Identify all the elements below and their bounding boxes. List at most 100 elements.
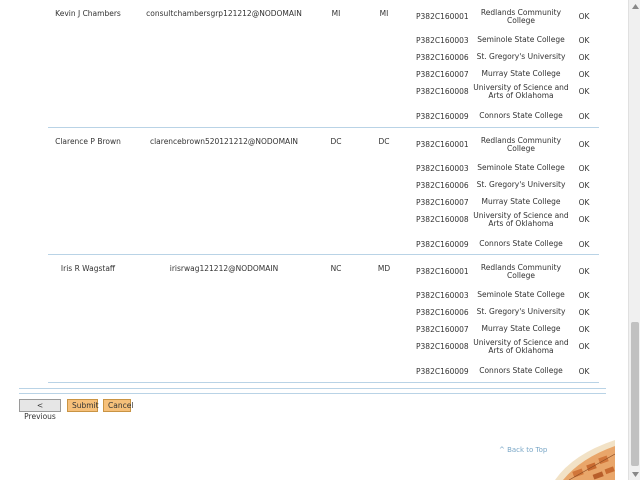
back-to-top-link[interactable]: ^ Back to Top [499, 446, 547, 454]
college-status: OK [578, 325, 590, 334]
college-code: P382C160007 [416, 70, 469, 79]
college-name: Connors State College [479, 111, 563, 120]
college-status: OK [578, 70, 590, 79]
college-name: St. Gregory's University [476, 307, 566, 316]
college-code: P382C160009 [416, 112, 469, 121]
college-code: P382C160009 [416, 367, 469, 376]
college-name: Redlands Community College [480, 136, 562, 153]
college-status: OK [578, 181, 590, 190]
college-code: P382C160009 [416, 240, 469, 249]
user-email: irisrwag121212@NODOMAIN [169, 264, 279, 273]
college-status: OK [578, 12, 590, 21]
college-row: P382C160008 University of Science and Ar… [413, 211, 599, 236]
college-row: P382C160007 Murray State College OK [413, 194, 599, 211]
user-list: Kevin J Chambers consultchambersgrp12121… [48, 0, 599, 383]
college-code: P382C160003 [416, 164, 469, 173]
college-table: P382C160001 Redlands Community College O… [413, 0, 599, 125]
college-status: OK [578, 291, 590, 300]
college-code: P382C160006 [416, 53, 469, 62]
college-name: Seminole State College [477, 290, 565, 299]
college-status: OK [578, 140, 590, 149]
college-row: P382C160009 Connors State College OK [413, 363, 599, 380]
college-code: P382C160006 [416, 181, 469, 190]
user-email: clarencebrown520121212@NODOMAIN [149, 137, 299, 146]
college-status: OK [578, 198, 590, 207]
college-code: P382C160008 [416, 87, 469, 96]
college-code: P382C160001 [416, 267, 469, 276]
user-state-secondary: MI [379, 9, 389, 18]
college-row: P382C160001 Redlands Community College O… [413, 128, 599, 160]
college-name: Redlands Community College [480, 263, 562, 280]
user-state: MI [331, 9, 341, 18]
college-code: P382C160008 [416, 342, 469, 351]
divider [19, 388, 606, 389]
college-table: P382C160001 Redlands Community College O… [413, 255, 599, 380]
college-row: P382C160009 Connors State College OK [413, 236, 599, 253]
college-name: Murray State College [481, 197, 561, 206]
college-row: P382C160007 Murray State College OK [413, 321, 599, 338]
college-status: OK [578, 342, 590, 351]
college-row: P382C160008 University of Science and Ar… [413, 83, 599, 108]
college-status: OK [578, 267, 590, 276]
college-row: P382C160009 Connors State College OK [413, 108, 599, 125]
chevron-down-icon[interactable] [629, 468, 640, 480]
college-code: P382C160007 [416, 325, 469, 334]
college-name: Connors State College [479, 366, 563, 375]
college-name: Seminole State College [477, 163, 565, 172]
submit-button[interactable]: Submit [67, 399, 99, 412]
user-state: NC [330, 264, 342, 273]
college-code: P382C160001 [416, 12, 469, 21]
user-state-secondary: DC [378, 137, 390, 146]
user-row: Kevin J Chambers consultchambersgrp12121… [48, 0, 599, 128]
college-status: OK [578, 53, 590, 62]
college-row: P382C160003 Seminole State College OK [413, 287, 599, 304]
college-code: P382C160007 [416, 198, 469, 207]
college-code: P382C160003 [416, 291, 469, 300]
user-name: Iris R Wagstaff [60, 264, 116, 273]
college-status: OK [578, 164, 590, 173]
college-name: Murray State College [481, 69, 561, 78]
college-status: OK [578, 308, 590, 317]
college-status: OK [578, 215, 590, 224]
user-state-secondary: MD [377, 264, 391, 273]
college-row: P382C160001 Redlands Community College O… [413, 255, 599, 287]
user-name: Clarence P Brown [55, 137, 121, 146]
college-code: P382C160008 [416, 215, 469, 224]
college-name: Murray State College [481, 324, 561, 333]
college-name: University of Science and Arts of Oklaho… [473, 338, 569, 355]
previous-button[interactable]: < Previous [19, 399, 61, 421]
vertical-scrollbar[interactable] [628, 0, 640, 480]
user-email: consultchambersgrp121212@NODOMAIN [146, 9, 302, 18]
college-name: Seminole State College [477, 35, 565, 44]
college-row: P382C160007 Murray State College OK [413, 66, 599, 83]
cancel-button[interactable]: Cancel [103, 399, 133, 412]
user-name: Kevin J Chambers [55, 9, 121, 18]
college-status: OK [578, 112, 590, 121]
page: Kevin J Chambers consultchambersgrp12121… [0, 0, 628, 480]
college-row: P382C160008 University of Science and Ar… [413, 338, 599, 363]
college-name: Redlands Community College [480, 8, 562, 25]
user-row: Clarence P Brown clarencebrown520121212@… [48, 128, 599, 255]
college-status: OK [578, 87, 590, 96]
college-name: St. Gregory's University [476, 180, 566, 189]
college-row: P382C160006 St. Gregory's University OK [413, 304, 599, 321]
college-name: University of Science and Arts of Oklaho… [473, 211, 569, 228]
college-code: P382C160001 [416, 140, 469, 149]
college-status: OK [578, 240, 590, 249]
decorative-classroom-image [555, 440, 615, 480]
college-row: P382C160003 Seminole State College OK [413, 160, 599, 177]
scrollbar-thumb[interactable] [631, 322, 639, 466]
college-row: P382C160003 Seminole State College OK [413, 32, 599, 49]
college-code: P382C160003 [416, 36, 469, 45]
college-name: St. Gregory's University [476, 52, 566, 61]
college-code: P382C160006 [416, 308, 469, 317]
college-name: University of Science and Arts of Oklaho… [473, 83, 569, 100]
user-row: Iris R Wagstaff irisrwag121212@NODOMAIN … [48, 255, 599, 383]
college-row: P382C160006 St. Gregory's University OK [413, 177, 599, 194]
college-status: OK [578, 36, 590, 45]
college-status: OK [578, 367, 590, 376]
chevron-up-icon[interactable] [629, 0, 640, 12]
college-row: P382C160006 St. Gregory's University OK [413, 49, 599, 66]
user-state: DC [330, 137, 342, 146]
college-row: P382C160001 Redlands Community College O… [413, 0, 599, 32]
